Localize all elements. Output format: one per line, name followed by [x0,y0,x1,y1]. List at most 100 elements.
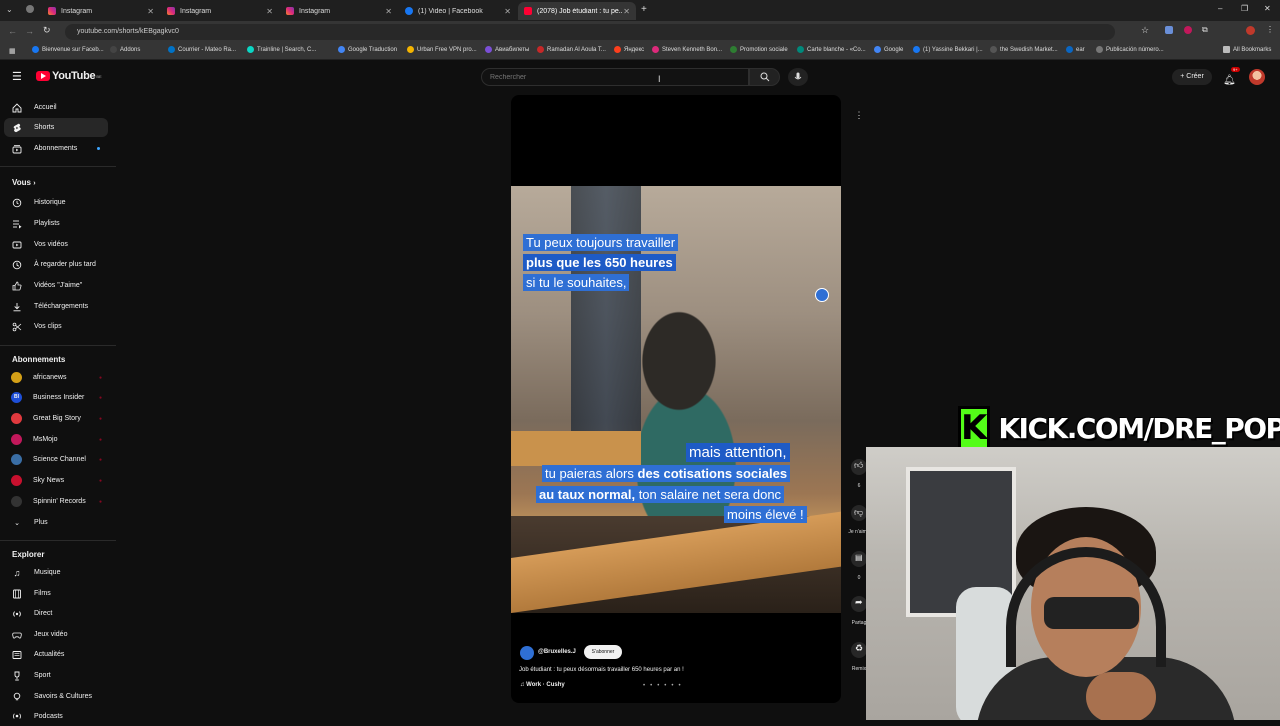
notifications-button[interactable]: 🔔︎ 9+ [1223,67,1240,86]
bookmark-item[interactable]: Bienvenue sur Faceb... [32,46,104,53]
like-button[interactable]: 👍︎ [851,459,867,475]
youtube-logo[interactable]: YouTube BE [36,70,102,82]
subscription-item-science-channel[interactable]: Science Channel ● [4,450,108,469]
bookmark-item[interactable]: Google Traduction [338,46,397,53]
close-icon[interactable]: ✕ [504,7,511,16]
sidebar-show-more[interactable]: ⌄ Plus [4,513,108,532]
webcam-overlay [866,447,1280,720]
subscription-item-business-insider[interactable]: BI Business Insider ● [4,388,108,407]
bookmark-label: ear [1076,46,1085,53]
subscription-item-msmojo[interactable]: MsMojo ● [4,430,108,449]
sidebar-item-podcasts[interactable]: Podcasts [4,707,108,726]
minimize-icon[interactable]: – [1218,4,1222,13]
browser-tab-instagram-2[interactable]: Instagram ✕ [161,2,279,20]
sidebar-section-you[interactable]: Vous › [12,178,36,187]
sidebar-item-your-videos[interactable]: Vos vidéos [4,235,108,254]
window-close-icon[interactable]: ✕ [1264,4,1271,13]
short-title[interactable]: Job étudiant : tu peux désormais travail… [519,667,684,673]
sidebar-item-gaming[interactable]: Jeux vidéo [4,625,108,644]
search-input[interactable] [481,68,749,86]
bookmark-item[interactable]: Trainline | Search, C... [247,46,316,53]
channel-handle[interactable]: @Bruxelles.J [538,649,576,655]
hamburger-menu-icon[interactable]: ☰ [12,70,22,83]
sidebar-item-live[interactable]: Direct [4,604,108,623]
extension-icon[interactable] [1184,26,1192,34]
browser-menu-icon[interactable]: ⋮ [1266,25,1274,34]
tab-search-icon[interactable]: ⌄ [6,5,13,14]
sidebar-item-news[interactable]: Actualités [4,645,108,664]
reload-icon[interactable]: ↻ [43,25,51,36]
sidebar-item-downloads[interactable]: Téléchargements [4,297,108,316]
channel-avatar[interactable] [520,646,534,660]
close-icon[interactable]: ✕ [385,7,392,16]
sidebar-item-learning[interactable]: Savoirs & Cultures [4,687,108,706]
browser-tab-instagram-1[interactable]: Instagram ✕ [42,2,160,20]
search-button[interactable] [749,68,780,86]
forward-icon[interactable]: → [25,26,34,36]
bookmark-label: Urban Free VPN pro... [417,46,477,53]
bookmark-item[interactable]: Publicación número... [1096,46,1164,53]
live-icon [12,609,22,619]
sidebar-item-sport[interactable]: Sport [4,666,108,685]
sidebar-item-playlists[interactable]: Playlists [4,214,108,233]
sidebar-item-label: Téléchargements [34,303,89,310]
bookmark-item[interactable]: Addons [110,46,140,53]
pinned-tab-icon[interactable] [26,5,34,13]
all-bookmarks-button[interactable]: All Bookmarks [1223,46,1271,53]
sidebar-item-subscriptions[interactable]: Abonnements [4,139,108,158]
url-field[interactable]: youtube.com/shorts/kEBgagkvc0 [65,24,1115,40]
profile-icon[interactable] [1246,26,1255,35]
bookmark-item[interactable]: Google [874,46,903,53]
extensions-puzzle-icon[interactable]: ⧉ [1202,25,1208,35]
music-link[interactable]: ♫ Work · Cushy [520,682,565,688]
browser-tab-instagram-3[interactable]: Instagram ✕ [280,2,398,20]
sidebar-item-history[interactable]: Historique [4,193,108,212]
short-video-frame[interactable]: Tu peux toujours travailler plus que les… [511,186,841,613]
subscribe-button[interactable]: S'abonner [584,645,622,659]
close-icon[interactable]: ✕ [147,7,154,16]
sidebar-item-home[interactable]: Accueil [4,98,108,117]
dislike-button[interactable]: 👎︎ [851,505,867,521]
apps-icon[interactable]: ▦ [9,47,16,55]
sidebar-item-music[interactable]: ♫ Musique [4,563,108,582]
short-player[interactable]: Tu peux toujours travailler plus que les… [511,95,841,703]
bookmark-item[interactable]: Carte blanche - «Co... [797,46,866,53]
new-tab-button[interactable]: + [641,4,647,15]
bookmark-item[interactable]: Steven Kenneth Bon... [652,46,722,53]
subscription-item-great-big-story[interactable]: Great Big Story ● [4,409,108,428]
close-icon[interactable]: ✕ [623,7,630,16]
sidebar-item-films[interactable]: Films [4,584,108,603]
bookmark-item[interactable]: Courrier - Mateo Ra... [168,46,236,53]
bookmark-item[interactable]: (1) Yassine Bekkari |... [913,46,983,53]
more-options-icon[interactable]: ⋮ [852,110,866,124]
subscription-item-spinnin-records[interactable]: Spinnin' Records ● [4,492,108,511]
close-icon[interactable]: ✕ [266,7,273,16]
voice-search-button[interactable] [788,68,808,86]
subscription-item-sky-news[interactable]: Sky News ● [4,471,108,490]
remix-button[interactable]: ♻︎ [851,642,867,658]
podcast-icon [12,712,22,722]
subscriptions-icon [12,144,22,154]
account-avatar[interactable] [1249,69,1265,85]
bookmark-item[interactable]: Ramadan Al Aoula T... [537,46,606,53]
bookmark-item[interactable]: Promotion sociale [730,46,788,53]
browser-tab-facebook[interactable]: (1) Video | Facebook ✕ [399,2,517,20]
bookmark-item[interactable]: Urban Free VPN pro... [407,46,477,53]
bookmark-item[interactable]: the Swedish Market... [990,46,1058,53]
bookmark-item[interactable]: Яндекс [614,46,644,53]
create-button[interactable]: + Créer [1172,69,1212,85]
extension-icon[interactable] [1165,26,1173,34]
browser-tab-youtube[interactable]: (2078) Job étudiant : tu pe... ✕ [518,2,636,20]
sidebar-item-clips[interactable]: Vos clips [4,317,108,336]
restore-icon[interactable]: ❐ [1241,4,1248,13]
sidebar-item-liked-videos[interactable]: Vidéos "J'aime" [4,276,108,295]
subscription-item-africanews[interactable]: africanews ● [4,368,108,387]
back-icon[interactable]: ← [8,26,17,36]
bookmark-item[interactable]: ear [1066,46,1085,53]
sidebar-item-shorts[interactable]: Shorts [4,118,108,137]
comments-button[interactable]: ▤ [851,551,867,567]
share-button[interactable]: ➦ [851,596,867,612]
star-icon[interactable]: ☆ [1141,25,1149,36]
sidebar-item-watch-later[interactable]: À regarder plus tard [4,255,108,274]
bookmark-item[interactable]: Авиабилеты [485,46,529,53]
